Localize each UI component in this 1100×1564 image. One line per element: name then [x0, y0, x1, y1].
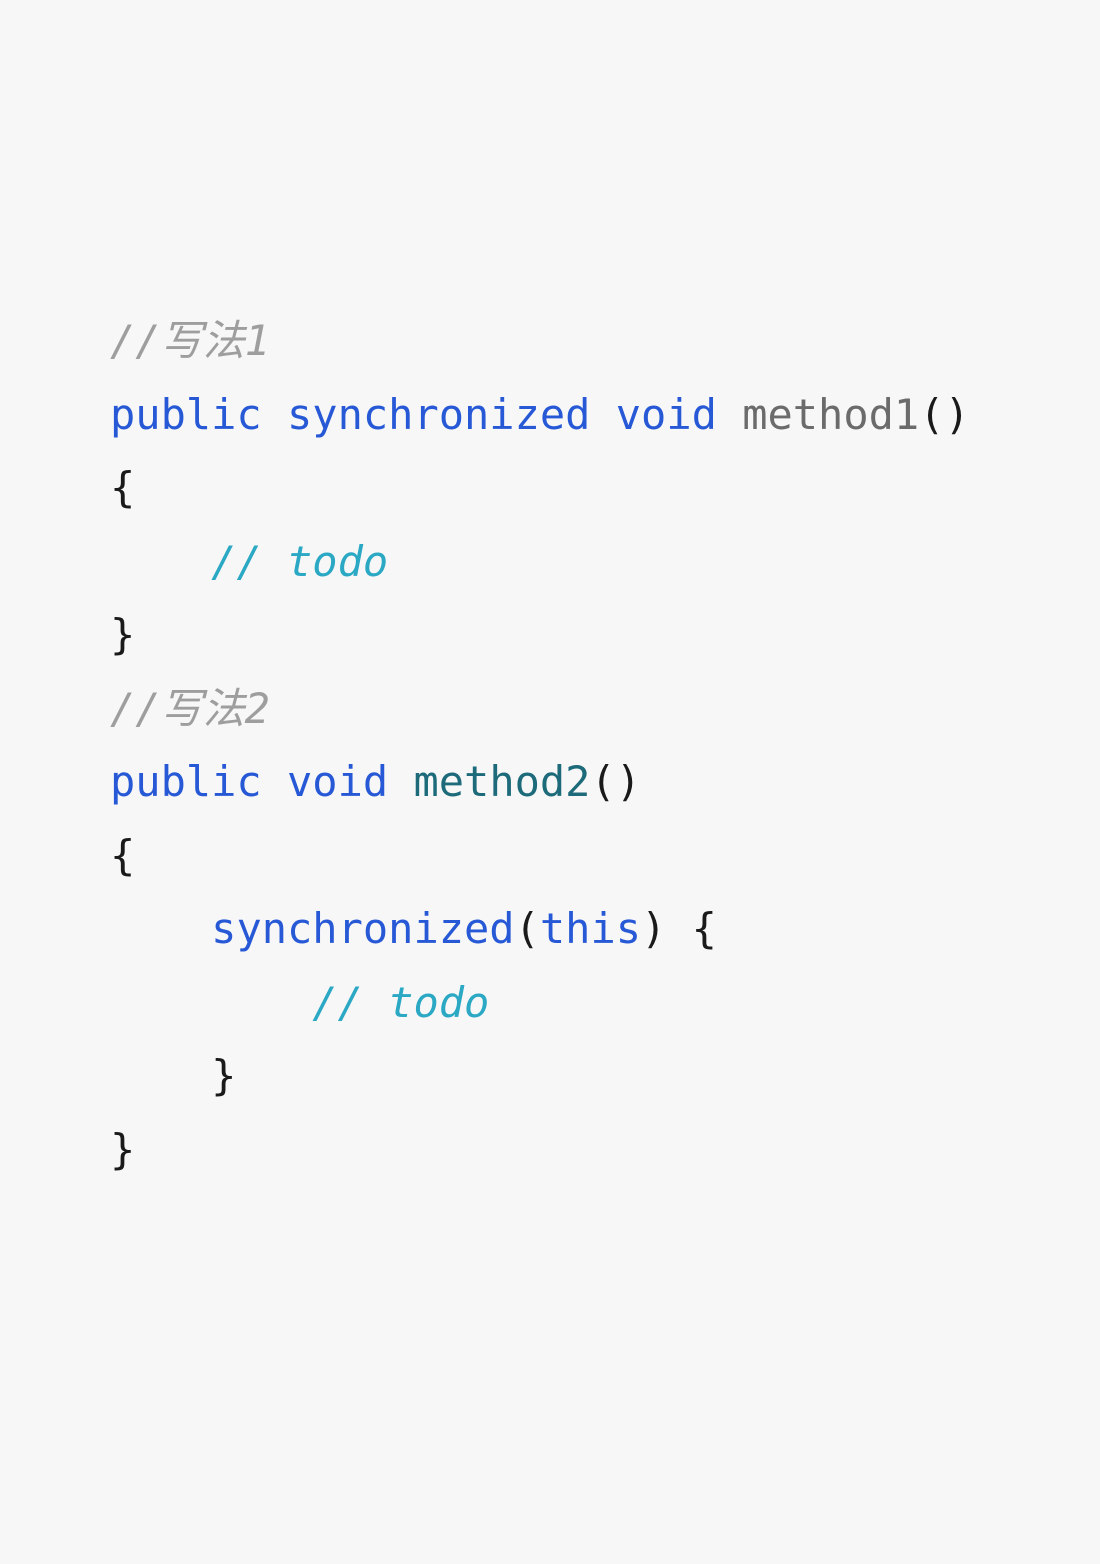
code-line-7: public void method2(): [110, 745, 1100, 819]
code-line-6: //写法2: [110, 672, 1100, 746]
code-line-12: }: [110, 1113, 1100, 1187]
keyword-public: public: [110, 757, 262, 806]
code-line-5: }: [110, 598, 1100, 672]
comment: //写法1: [110, 316, 270, 365]
open-brace: {: [110, 831, 135, 880]
open-brace: {: [692, 904, 717, 953]
code-line-10: // todo: [110, 966, 1100, 1040]
code-line-9: synchronized(this) {: [110, 892, 1100, 966]
comment: //写法2: [110, 684, 270, 733]
keyword-synchronized: synchronized: [211, 904, 514, 953]
close-brace: }: [110, 1125, 135, 1174]
keyword-synchronized: synchronized: [287, 390, 590, 439]
code-block: //写法1public synchronized void method1(){…: [110, 304, 1100, 1186]
keyword-public: public: [110, 390, 262, 439]
open-brace: {: [110, 463, 135, 512]
close-brace: }: [211, 1051, 236, 1100]
code-line-8: {: [110, 819, 1100, 893]
todo-comment: // todo: [312, 978, 489, 1027]
method-name: method1: [742, 390, 919, 439]
close-brace: }: [110, 610, 135, 659]
code-line-1: //写法1: [110, 304, 1100, 378]
method-name: method2: [413, 757, 590, 806]
keyword-void: void: [287, 757, 388, 806]
code-line-2: public synchronized void method1(): [110, 378, 1100, 452]
code-line-3: {: [110, 451, 1100, 525]
code-line-4: // todo: [110, 525, 1100, 599]
keyword-this: this: [540, 904, 641, 953]
todo-comment: // todo: [211, 537, 388, 586]
code-line-11: }: [110, 1039, 1100, 1113]
keyword-void: void: [616, 390, 717, 439]
parentheses: (): [919, 390, 970, 439]
parentheses: (): [590, 757, 641, 806]
